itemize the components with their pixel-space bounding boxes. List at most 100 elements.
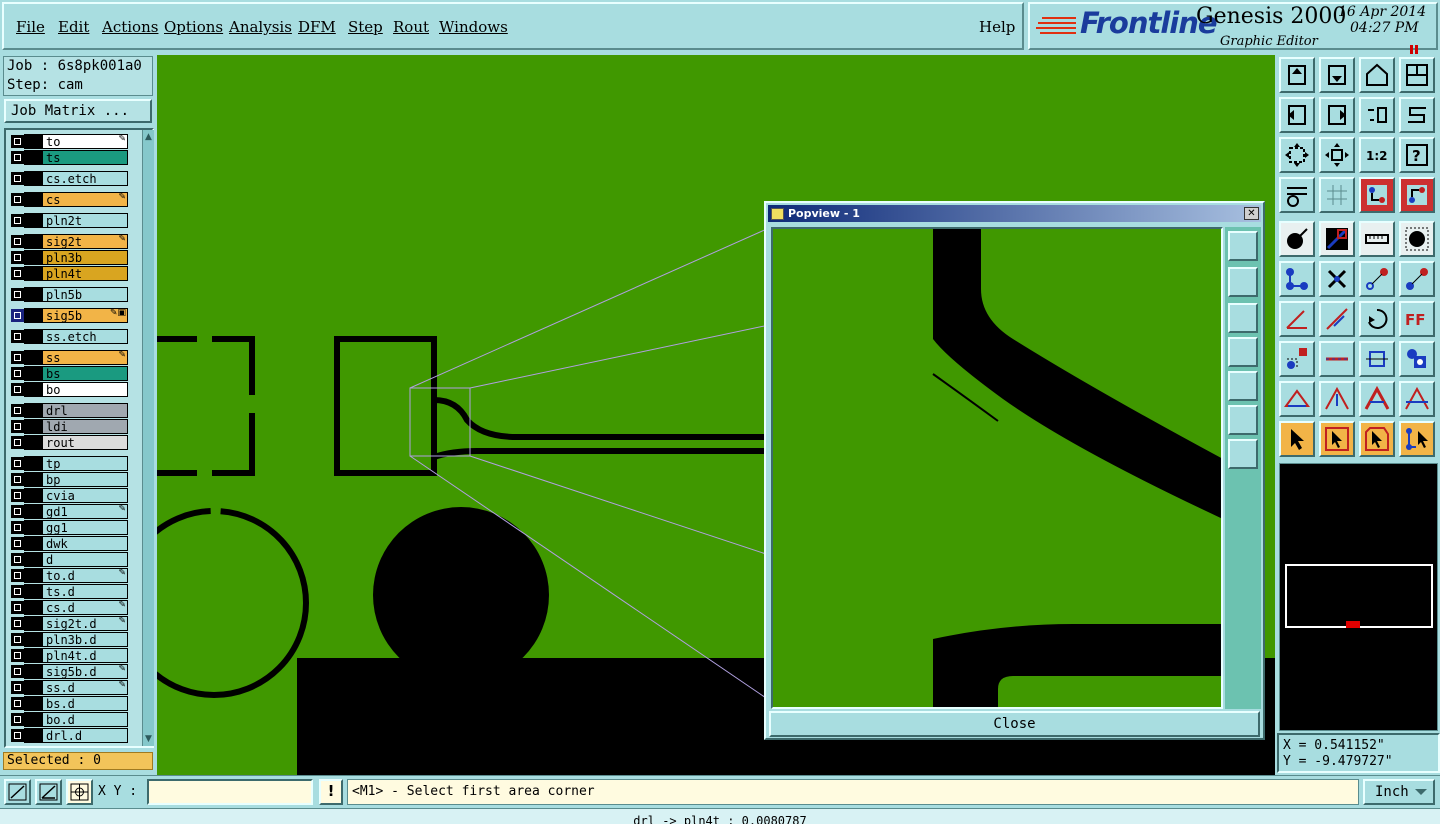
snap-off-icon[interactable] <box>4 779 31 805</box>
layer-display-slot[interactable] <box>24 435 42 450</box>
layer-name[interactable]: ldi <box>42 419 128 434</box>
snap-grid-icon[interactable] <box>66 779 93 805</box>
pad-icon[interactable] <box>1399 221 1435 257</box>
layer-display-slot[interactable] <box>24 234 42 249</box>
line-draw-icon[interactable] <box>1319 221 1355 257</box>
layer-name[interactable]: cs.d <box>42 600 128 615</box>
select-box-icon[interactable] <box>1319 421 1355 457</box>
grid-icon[interactable] <box>1319 177 1355 213</box>
line-tool-icon[interactable] <box>1319 341 1355 377</box>
layer-display-slot[interactable] <box>24 568 42 583</box>
settings-icon[interactable] <box>1279 177 1315 213</box>
move-feature-icon[interactable] <box>1359 261 1395 297</box>
layer-display-slot[interactable] <box>24 712 42 727</box>
layer-name[interactable]: pln2t <box>42 213 128 228</box>
layer-display-slot[interactable] <box>24 696 42 711</box>
select-pad-icon[interactable] <box>1279 221 1315 257</box>
layer-checkbox[interactable] <box>11 251 24 264</box>
layer-name[interactable]: drl <box>42 403 128 418</box>
slope-icon[interactable] <box>1319 301 1355 337</box>
menu-file[interactable]: File <box>16 18 45 36</box>
layer-name[interactable]: sig2t <box>42 234 128 249</box>
layer-row[interactable]: cvia <box>8 488 128 503</box>
layer-display-slot[interactable] <box>24 403 42 418</box>
layer-display-slot[interactable] <box>24 150 42 165</box>
pan-up-icon[interactable] <box>1279 57 1315 93</box>
layer-name[interactable]: rout <box>42 435 128 450</box>
layer-display-slot[interactable] <box>24 648 42 663</box>
net-compare-icon[interactable] <box>1399 177 1435 213</box>
layer-checkbox[interactable] <box>11 665 24 678</box>
layer-display-slot[interactable] <box>24 350 42 365</box>
layer-name[interactable]: bp <box>42 472 128 487</box>
zoom-fit-icon[interactable] <box>1279 137 1315 173</box>
layer-name[interactable]: to.d <box>42 568 128 583</box>
snap-icon[interactable] <box>1279 341 1315 377</box>
pv-zoom-fit-icon[interactable] <box>1228 405 1258 435</box>
layer-checkbox[interactable] <box>11 585 24 598</box>
pan-down-icon[interactable] <box>1319 57 1355 93</box>
layer-checkbox[interactable] <box>11 436 24 449</box>
layer-row[interactable]: rout <box>8 435 128 450</box>
overview-map[interactable] <box>1279 463 1438 731</box>
layer-display-slot[interactable] <box>24 250 42 265</box>
help-icon[interactable]: ? <box>1399 137 1435 173</box>
layer-checkbox[interactable] <box>11 420 24 433</box>
layer-checkbox[interactable] <box>11 309 24 322</box>
layer-row[interactable]: tp <box>8 456 128 471</box>
layer-name[interactable]: pln3b.d <box>42 632 128 647</box>
layer-checkbox[interactable] <box>11 367 24 380</box>
spacing-icon[interactable] <box>1359 341 1395 377</box>
overview-viewport-marker[interactable] <box>1346 621 1360 628</box>
layer-name[interactable]: bs <box>42 366 128 381</box>
pan-left-icon[interactable] <box>1279 97 1315 133</box>
layer-row[interactable]: cs.etch <box>8 171 128 186</box>
job-matrix-button[interactable]: Job Matrix ... <box>4 99 152 123</box>
menu-step[interactable]: Step <box>348 18 383 36</box>
ruler-icon[interactable] <box>1359 221 1395 257</box>
layer-checkbox[interactable] <box>11 151 24 164</box>
layer-checkbox[interactable] <box>11 633 24 646</box>
view-grid-icon[interactable] <box>1399 57 1435 93</box>
layer-row[interactable]: drl.d <box>8 728 128 743</box>
layer-display-slot[interactable] <box>24 266 42 281</box>
layer-checkbox[interactable] <box>11 537 24 550</box>
layer-display-slot[interactable] <box>24 366 42 381</box>
layer-display-slot[interactable] <box>24 419 42 434</box>
pv-pan-right-icon[interactable] <box>1228 371 1258 401</box>
undo-view-icon[interactable] <box>1359 97 1395 133</box>
layer-checkbox[interactable] <box>11 569 24 582</box>
delete-feature-icon[interactable] <box>1319 261 1355 297</box>
layer-checkbox[interactable] <box>11 235 24 248</box>
menu-analysis[interactable]: Analysis <box>229 18 292 36</box>
layer-row[interactable]: ts.d <box>8 584 128 599</box>
rotate-icon[interactable] <box>1359 301 1395 337</box>
layer-name[interactable]: cs <box>42 192 128 207</box>
layer-name[interactable]: gg1 <box>42 520 128 535</box>
layer-row[interactable]: sig2t.d ✎ <box>8 616 128 631</box>
layer-name[interactable]: gd1 <box>42 504 128 519</box>
layer-row[interactable]: sig2t ✎ <box>8 234 128 249</box>
menu-help[interactable]: Help <box>979 18 1015 36</box>
layer-checkbox[interactable] <box>11 383 24 396</box>
layer-checkbox[interactable] <box>11 713 24 726</box>
zoom-home-icon[interactable] <box>1319 137 1355 173</box>
pv-zoom-out-icon[interactable] <box>1228 439 1258 469</box>
alert-icon[interactable]: ! <box>319 779 343 805</box>
layer-checkbox[interactable] <box>11 267 24 280</box>
layer-display-slot[interactable] <box>24 680 42 695</box>
layer-display-slot[interactable] <box>24 308 42 323</box>
layer-row[interactable]: to ✎ <box>8 134 128 149</box>
angle-icon[interactable] <box>1279 301 1315 337</box>
layer-row[interactable]: to.d ✎ <box>8 568 128 583</box>
layer-name[interactable]: d <box>42 552 128 567</box>
pv-pan-down-icon[interactable] <box>1228 303 1258 333</box>
popview-close-button[interactable]: Close <box>769 711 1260 737</box>
menu-options[interactable]: Options <box>164 18 223 36</box>
layer-display-slot[interactable] <box>24 728 42 743</box>
layer-row[interactable]: gg1 <box>8 520 128 535</box>
layer-display-slot[interactable] <box>24 504 42 519</box>
layer-checkbox[interactable] <box>11 681 24 694</box>
layer-name[interactable]: sig2t.d <box>42 616 128 631</box>
layer-display-slot[interactable] <box>24 664 42 679</box>
